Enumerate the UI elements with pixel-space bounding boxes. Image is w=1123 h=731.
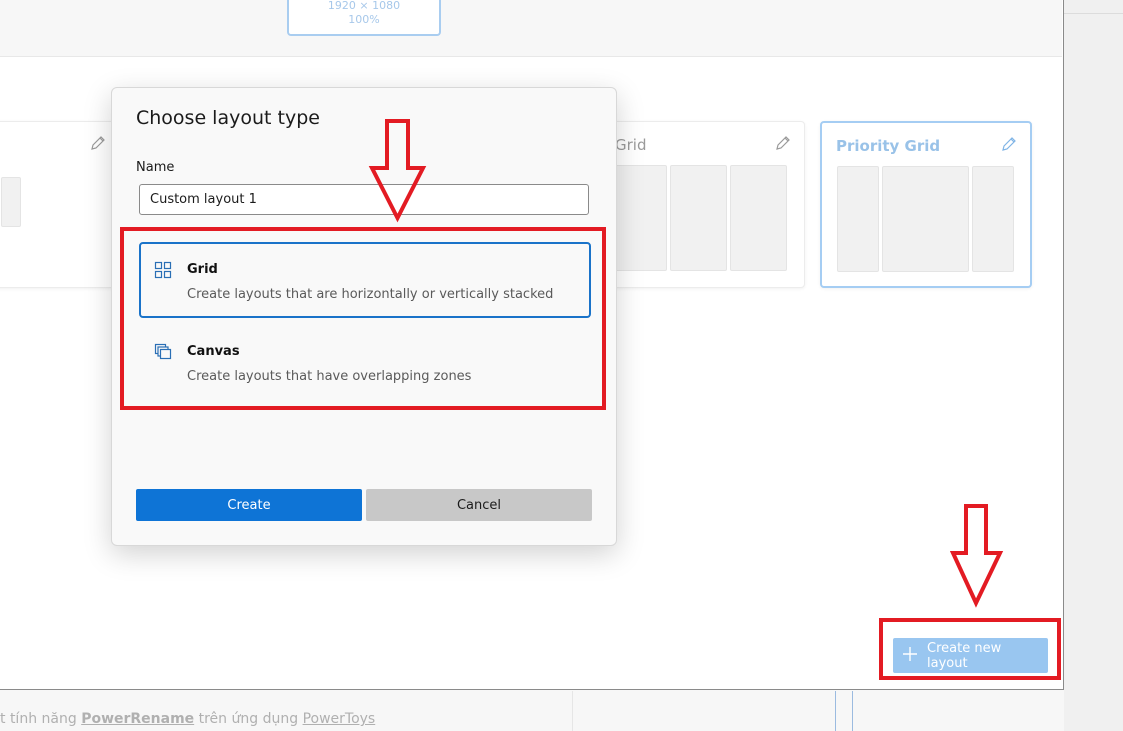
layout-card-priority-grid[interactable]: Priority Grid	[820, 121, 1032, 288]
background-blue-line	[835, 691, 836, 731]
canvas-icon	[154, 343, 172, 360]
layout-zone	[837, 166, 879, 272]
background-column-divider	[572, 691, 573, 731]
layout-option-grid[interactable]: Grid Create layouts that are horizontall…	[139, 242, 591, 318]
layout-option-title: Grid	[187, 262, 218, 277]
article-text-prefix: t tính năng	[0, 711, 82, 727]
article-powertoys-link[interactable]: PowerToys	[303, 711, 376, 727]
monitor-strip: 1920 × 1080 100%	[0, 0, 1062, 57]
layout-option-description: Create layouts that are horizontally or …	[187, 287, 554, 302]
layout-card-grid[interactable]: Grid	[600, 121, 805, 288]
edit-pencil-icon[interactable]	[89, 134, 107, 152]
article-powerrename-link[interactable]: PowerRename	[81, 711, 194, 727]
name-label: Name	[136, 160, 175, 175]
layout-zone	[972, 166, 1014, 272]
plus-icon	[903, 647, 917, 661]
layout-option-title: Canvas	[187, 344, 240, 359]
create-new-layout-button[interactable]: Create new layout	[893, 638, 1048, 673]
layout-zone	[730, 165, 787, 271]
article-text-middle: trên ứng dụng	[194, 711, 303, 727]
edit-pencil-icon[interactable]	[774, 134, 792, 152]
cancel-button[interactable]: Cancel	[366, 489, 592, 521]
grid-icon	[154, 261, 172, 279]
layout-card-hidden[interactable]	[0, 121, 120, 288]
monitor-card[interactable]: 1920 × 1080 100%	[287, 0, 441, 36]
layout-zone	[1, 177, 21, 227]
layout-option-description: Create layouts that have overlapping zon…	[187, 369, 472, 384]
edit-pencil-icon[interactable]	[1000, 135, 1018, 153]
background-divider	[1064, 13, 1123, 14]
choose-layout-type-dialog: Choose layout type Name Grid Create layo…	[111, 87, 617, 546]
layout-card-title: Priority Grid	[836, 137, 941, 155]
layout-card-title: Grid	[615, 136, 647, 154]
layout-option-canvas[interactable]: Canvas Create layouts that have overlapp…	[139, 324, 591, 400]
layout-zone	[882, 166, 969, 272]
layout-zone	[670, 165, 727, 271]
create-button[interactable]: Create	[136, 489, 362, 521]
monitor-resolution: 1920 × 1080	[327, 0, 401, 12]
background-article-text: t tính năng PowerRename trên ứng dụng Po…	[0, 711, 375, 727]
background-blue-line	[852, 691, 853, 731]
create-new-layout-label: Create new layout	[927, 640, 1002, 671]
dialog-title: Choose layout type	[136, 107, 320, 129]
monitor-scale: 100%	[348, 13, 380, 26]
background-right-panel	[1064, 0, 1123, 731]
layout-name-input[interactable]	[139, 184, 589, 215]
